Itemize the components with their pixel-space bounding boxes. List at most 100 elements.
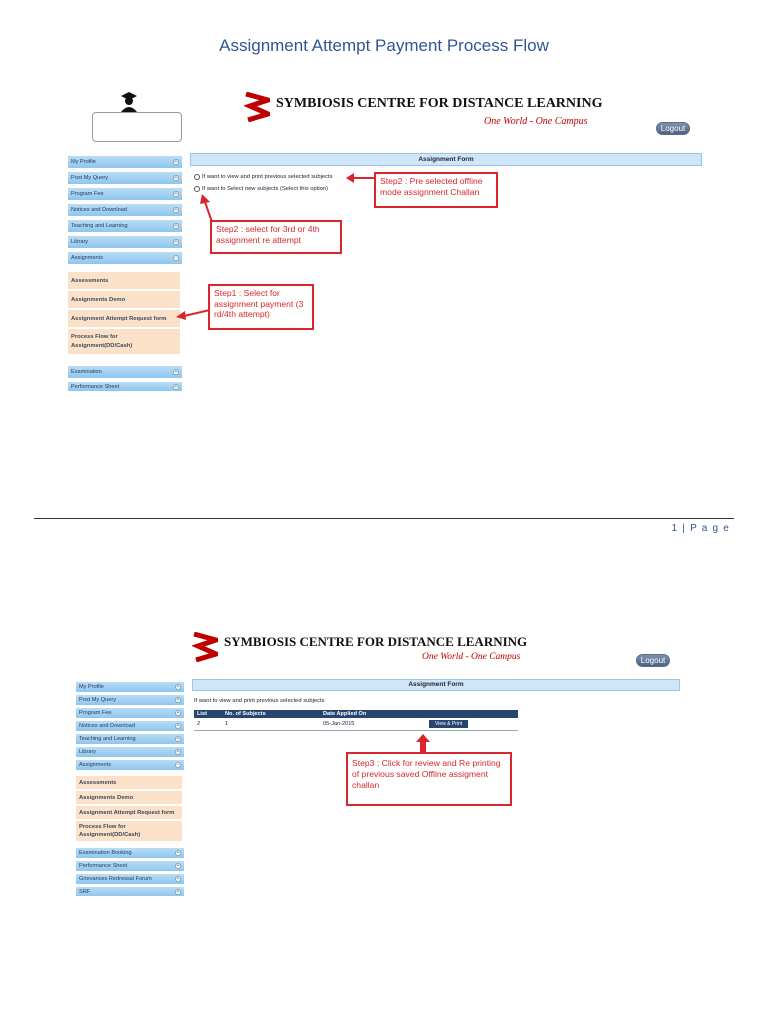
- option-label: If want to view and print previous selec…: [202, 174, 333, 180]
- sidebar-item-assignments[interactable]: Assignments −: [76, 760, 184, 771]
- callout-step1: Step1 : Select for assignment payment (3…: [208, 284, 314, 330]
- logo-icon: [191, 631, 225, 663]
- sub-item-attempt-request-form[interactable]: Assignment Attempt Request form: [68, 310, 180, 327]
- brand-name: SYMBIOSIS CENTRE FOR DISTANCE LEARNING: [224, 634, 528, 649]
- arrow-icon: [176, 309, 210, 320]
- screenshot-2: SYMBIOSIS CENTRE FOR DISTANCE LEARNING O…: [74, 628, 684, 898]
- sidebar-item-label: Teaching and Learning: [79, 736, 136, 742]
- sidebar-item-examination-booking[interactable]: Examination Booking +: [76, 848, 184, 859]
- plus-icon: +: [173, 223, 179, 229]
- callout-step3: Step3 : Click for review and Re printing…: [346, 752, 512, 806]
- radio-button[interactable]: [194, 174, 200, 180]
- sidebar-item-label: Post My Query: [79, 697, 116, 703]
- cell-list: 2: [194, 718, 222, 731]
- sidebar-item-library[interactable]: Library +: [68, 236, 182, 249]
- brand-name: SYMBIOSIS CENTRE FOR DISTANCE LEARNING: [276, 96, 603, 111]
- sub-item-assessments[interactable]: Assessments: [68, 272, 180, 289]
- radio-button[interactable]: [194, 186, 200, 192]
- sidebar-item-library[interactable]: Library +: [76, 747, 184, 758]
- sidebar-item-label: Assignments: [71, 255, 104, 261]
- tagline: One World - One Campus: [422, 652, 521, 662]
- sidebar-item-teaching[interactable]: Teaching and Learning +: [76, 734, 184, 745]
- sidebar-item-label: SRF: [79, 888, 91, 895]
- sub-item-assessments[interactable]: Assessments: [76, 776, 182, 789]
- logout-button[interactable]: Logout: [656, 122, 690, 135]
- page-divider: [34, 518, 734, 519]
- plus-icon: +: [173, 383, 179, 390]
- column-header: [426, 710, 518, 718]
- option-select-new[interactable]: If want to Select new subjects (Select t…: [194, 186, 328, 192]
- sidebar-item-label: Program Fee: [71, 191, 104, 197]
- callout-step2-select: Step2 : select for 3rd or 4th assignment…: [210, 220, 342, 254]
- cell-action: View & Print: [426, 718, 518, 731]
- sidebar-item-label: Library: [79, 749, 97, 755]
- sub-item-assignments-demo[interactable]: Assignments Demo: [76, 791, 182, 804]
- callout-step2-offline: Step2 : Pre selected offline mode assign…: [374, 172, 498, 208]
- sidebar-item-label: Assignments: [79, 762, 112, 768]
- plus-icon: +: [175, 863, 181, 869]
- sidebar-item-my-profile[interactable]: My Profile +: [76, 682, 184, 693]
- arrow-icon: [346, 173, 376, 183]
- sidebar-item-assignments[interactable]: Assignments −: [68, 252, 182, 265]
- plus-icon: +: [173, 175, 179, 181]
- table-row: 2 1 05-Jan-2015 View & Print: [194, 718, 518, 731]
- avatar: [92, 112, 182, 142]
- plus-icon: +: [175, 888, 181, 895]
- sidebar-item-performance-sheet[interactable]: Performance Sheet +: [76, 861, 184, 872]
- column-header: Date Applied On: [320, 710, 426, 718]
- sidebar-item-post-my-query[interactable]: Post My Query +: [68, 172, 182, 185]
- view-print-button[interactable]: View & Print: [429, 720, 469, 728]
- cell-date: 05-Jan-2015: [320, 718, 426, 731]
- sidebar-item-label: Examination Booking: [79, 850, 132, 856]
- subjects-table: List No. of Subjects Date Applied On 2 1…: [194, 710, 518, 731]
- sub-item-process-flow[interactable]: Process Flow for Assignment(DD/Cash): [68, 329, 180, 354]
- sidebar-item-notices[interactable]: Notices and Download +: [68, 204, 182, 217]
- sub-item-attempt-request-form[interactable]: Assignment Attempt Request form: [76, 806, 182, 819]
- plus-icon: +: [175, 736, 181, 742]
- column-header: List: [194, 710, 222, 718]
- avatar-icon: [118, 90, 140, 112]
- sub-item-assignments-demo[interactable]: Assignments Demo: [68, 291, 180, 308]
- form-heading: Assignment Form: [190, 153, 702, 166]
- table-header-row: List No. of Subjects Date Applied On: [194, 710, 518, 718]
- option-view-previous[interactable]: If want to view and print previous selec…: [194, 174, 333, 180]
- sidebar-item-program-fee[interactable]: Program Fee +: [76, 708, 184, 719]
- sidebar-item-my-profile[interactable]: My Profile +: [68, 156, 182, 169]
- sidebar-item-label: Grievances Redressal Forum: [79, 876, 152, 882]
- logo-icon: [243, 91, 277, 123]
- sidebar-item-label: Teaching and Learning: [71, 223, 128, 229]
- sidebar-item-label: Notices and Download: [79, 723, 135, 729]
- screenshot-1: SYMBIOSIS CENTRE FOR DISTANCE LEARNING O…: [66, 80, 702, 392]
- sidebar-item-performance-sheet[interactable]: Performance Sheet +: [68, 382, 182, 392]
- sidebar-item-post-my-query[interactable]: Post My Query +: [76, 695, 184, 706]
- plus-icon: +: [175, 697, 181, 703]
- sidebar-item-notices[interactable]: Notices and Download +: [76, 721, 184, 732]
- plus-icon: +: [173, 369, 179, 375]
- page-title: Assignment Attempt Payment Process Flow: [219, 36, 549, 55]
- sidebar-item-label: Notices and Download: [71, 207, 127, 213]
- sidebar-item-srf[interactable]: SRF +: [76, 887, 184, 897]
- sidebar-item-examination[interactable]: Examination +: [68, 366, 182, 379]
- plus-icon: +: [175, 876, 181, 882]
- plus-icon: +: [175, 710, 181, 716]
- sidebar-item-label: Performance Sheet: [79, 863, 128, 869]
- sidebar-item-teaching[interactable]: Teaching and Learning +: [68, 220, 182, 233]
- sidebar-item-label: Post My Query: [71, 175, 108, 181]
- sidebar-item-label: Examination: [71, 369, 102, 375]
- sidebar-item-label: Program Fee: [79, 710, 112, 716]
- sidebar-item-program-fee[interactable]: Program Fee +: [68, 188, 182, 201]
- sidebar-item-label: My Profile: [79, 684, 104, 690]
- logout-button[interactable]: Logout: [636, 654, 670, 667]
- plus-icon: +: [173, 159, 179, 165]
- plus-icon: +: [173, 191, 179, 197]
- option-label: If want to Select new subjects (Select t…: [202, 186, 328, 192]
- sidebar-item-label: Performance Sheet: [71, 383, 120, 390]
- sidebar-item-grievances[interactable]: Grievances Redressal Forum +: [76, 874, 184, 885]
- plus-icon: +: [173, 207, 179, 213]
- plus-icon: +: [175, 684, 181, 690]
- minus-icon: −: [173, 255, 179, 261]
- form-intro: If want to view and print previous selec…: [194, 698, 325, 704]
- sidebar-item-label: My Profile: [71, 159, 96, 165]
- sub-item-process-flow[interactable]: Process Flow for Assignment(DD/Cash): [76, 821, 182, 841]
- plus-icon: +: [175, 850, 181, 856]
